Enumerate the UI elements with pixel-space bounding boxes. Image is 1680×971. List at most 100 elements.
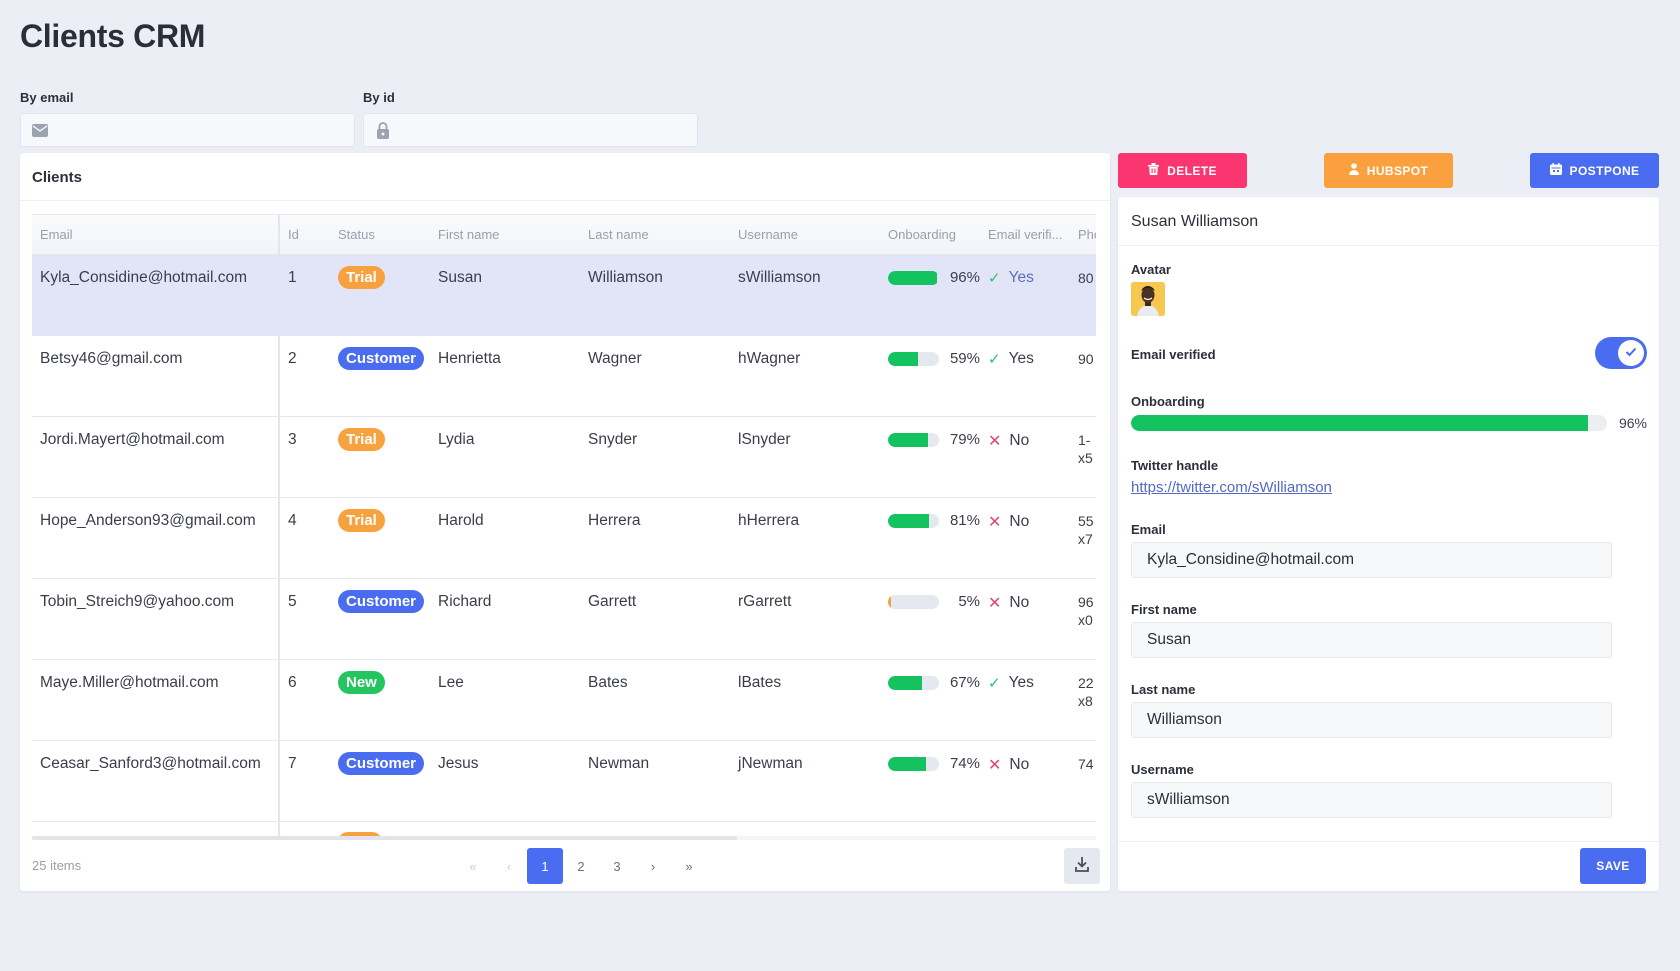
status-badge: Trial xyxy=(338,509,385,532)
prev-page-button[interactable]: ‹ xyxy=(491,848,527,884)
cell-phone: 22 x8 xyxy=(1070,660,1096,740)
onboarding-percent: 79% xyxy=(949,431,980,448)
email-filter-label: By email xyxy=(20,90,74,105)
cell-first-name: Susan xyxy=(438,269,482,286)
first-name-field[interactable] xyxy=(1131,622,1612,658)
cross-icon: ✕ xyxy=(988,595,1002,612)
id-filter-input[interactable] xyxy=(400,114,697,146)
username-field[interactable] xyxy=(1131,782,1612,818)
table-row[interactable]: Hope_Anderson93@gmail.com 4 Trial Harold Her… xyxy=(32,498,1096,579)
email-filter: By email xyxy=(20,90,355,147)
cell-first-name: Henrietta xyxy=(438,350,501,367)
table-row[interactable]: Maye.Miller@hotmail.com 6 New Lee Bates lBate… xyxy=(32,660,1096,741)
table-row[interactable]: Ceasar_Sanford3@hotmail.com 7 Customer Jesu… xyxy=(32,741,1096,822)
column-header-last-name[interactable]: Last name xyxy=(580,215,730,254)
last-page-button[interactable]: » xyxy=(671,848,707,884)
email-filter-field[interactable] xyxy=(20,113,355,147)
email-filter-input[interactable] xyxy=(57,114,354,146)
status-badge: New xyxy=(338,671,385,694)
email-verified-toggle[interactable] xyxy=(1595,337,1647,369)
onboarding-bar-fill xyxy=(888,513,930,528)
cell-phone: 1- x5 xyxy=(1070,417,1096,497)
column-header-phone[interactable]: Pho xyxy=(1070,215,1096,254)
cell-email-verified: ✓ Yes xyxy=(980,255,1070,335)
page-button-2[interactable]: 2 xyxy=(563,848,599,884)
table-row[interactable]: Kyla_Considine@hotmail.com 1 Trial Susan Wil… xyxy=(32,255,1096,336)
cell-id: 3 xyxy=(288,431,297,448)
onboarding-percent: 74% xyxy=(949,755,980,772)
page-button-3[interactable]: 3 xyxy=(599,848,635,884)
id-filter-field[interactable] xyxy=(363,113,698,147)
cell-onboarding: 59% xyxy=(880,336,980,416)
column-header-email[interactable]: Email xyxy=(32,215,280,254)
cell-first-name: Jesus xyxy=(438,755,479,772)
cell-status: New xyxy=(330,660,430,740)
cell-email: Maye.Miller@hotmail.com xyxy=(32,660,280,740)
cell-id: 5 xyxy=(288,593,297,610)
phone-line-2: x0 xyxy=(1078,612,1093,628)
page-button-1[interactable]: 1 xyxy=(527,848,563,884)
username-label: Username xyxy=(1131,762,1194,777)
onboarding-bar xyxy=(888,513,939,528)
table-row[interactable]: Tobin_Streich9@yahoo.com 5 Customer Richard… xyxy=(32,579,1096,660)
cell-first-name: Harold xyxy=(438,512,484,529)
column-header-id[interactable]: Id xyxy=(280,215,330,254)
download-button[interactable] xyxy=(1064,848,1100,884)
postpone-button-label: POSTPONE xyxy=(1569,163,1640,178)
column-header-onboarding[interactable]: Onboarding xyxy=(880,215,980,254)
check-icon: ✓ xyxy=(988,675,1001,692)
save-button[interactable]: SAVE xyxy=(1580,848,1646,884)
last-name-field[interactable] xyxy=(1131,702,1612,738)
table-row[interactable]: Jordi.Mayert@hotmail.com 3 Trial Lydia Snyde… xyxy=(32,417,1096,498)
grid-header: Email Id Status First name Last name Use… xyxy=(32,215,1096,255)
onboarding-percent: 96% xyxy=(1618,415,1647,431)
cell-email: Jordi.Mayert@hotmail.com xyxy=(32,417,280,497)
onboarding-bar xyxy=(888,594,939,609)
first-page-button[interactable]: « xyxy=(455,848,491,884)
phone-line-1: 96 xyxy=(1078,594,1094,610)
onboarding-bar xyxy=(888,432,939,447)
delete-button[interactable]: DELETE xyxy=(1118,153,1247,188)
column-header-first-name[interactable]: First name xyxy=(430,215,580,254)
phone-line-1: 74 xyxy=(1078,756,1094,772)
email-field[interactable] xyxy=(1131,542,1612,578)
onboarding-bar xyxy=(888,756,939,771)
calendar-icon xyxy=(1549,163,1562,178)
status-badge: Customer xyxy=(338,752,425,775)
onboarding-percent: 67% xyxy=(949,674,980,691)
twitter-link[interactable]: https://twitter.com/sWilliamson xyxy=(1131,479,1332,496)
cell-first-name: Richard xyxy=(438,593,492,610)
cell-email-verified: ✓ Yes xyxy=(980,660,1070,740)
table-row-partial[interactable] xyxy=(32,822,1096,836)
column-header-email-verified[interactable]: Email verifi... xyxy=(980,215,1070,254)
avatar xyxy=(1131,282,1165,316)
column-header-status[interactable]: Status xyxy=(330,215,430,254)
cell-phone: 96 x0 xyxy=(1070,579,1096,659)
onboarding-progress-bar xyxy=(1131,415,1607,431)
hubspot-button-label: HUBSPOT xyxy=(1366,163,1429,178)
email-verified-label: Email verified xyxy=(1131,347,1216,362)
cell-email: Kyla_Considine@hotmail.com xyxy=(32,255,280,335)
verified-text: Yes xyxy=(1008,269,1034,286)
cell-username: rGarrett xyxy=(738,593,792,610)
detail-title: Susan Williamson xyxy=(1118,197,1659,246)
table-row[interactable]: Betsy46@gmail.com 2 Customer Henrietta Wagne… xyxy=(32,336,1096,417)
status-badge: Customer xyxy=(338,347,425,370)
hubspot-button[interactable]: HUBSPOT xyxy=(1324,153,1453,188)
onboarding-bar-fill xyxy=(888,432,929,447)
cell-id: 1 xyxy=(288,269,297,286)
cell-id: 6 xyxy=(288,674,297,691)
toggle-knob xyxy=(1618,340,1644,366)
postpone-button[interactable]: POSTPONE xyxy=(1530,153,1659,188)
column-header-username[interactable]: Username xyxy=(730,215,880,254)
check-icon: ✓ xyxy=(988,270,1001,287)
verified-text: No xyxy=(1009,756,1030,773)
cell-onboarding: 74% xyxy=(880,741,980,821)
cell-status: Customer xyxy=(330,579,430,659)
cell-last-name: Bates xyxy=(588,674,628,691)
next-page-button[interactable]: › xyxy=(635,848,671,884)
phone-line-2: x7 xyxy=(1078,531,1093,547)
onboarding-percent: 96% xyxy=(949,269,980,286)
cell-email-verified: ✕ No xyxy=(980,498,1070,578)
cell-first-name: Lydia xyxy=(438,431,475,448)
